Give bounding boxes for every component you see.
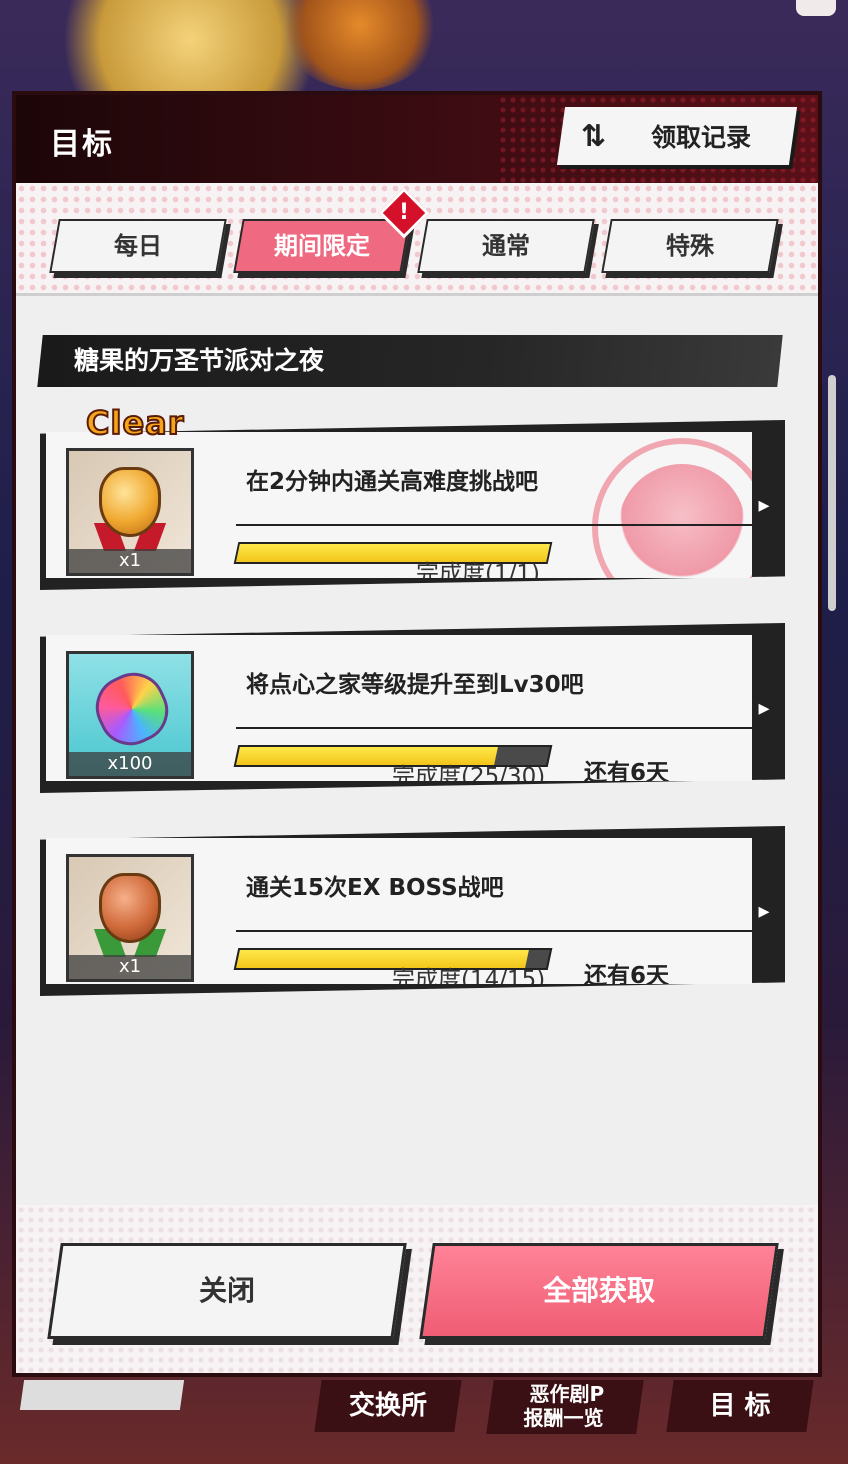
reward-item: x1 [66, 448, 194, 576]
tab-normal[interactable]: 通常 [417, 219, 595, 273]
reward-quantity: x1 [69, 549, 191, 573]
rainbow-gem-icon [85, 662, 179, 756]
reward-item: x1 [66, 854, 194, 982]
background-nav-exchange: 交换所 [314, 1380, 462, 1432]
time-remaining: 还有6天 [584, 760, 670, 781]
claim-history-label: 领取记录 [651, 123, 752, 152]
chevron-right-icon: ▸ [758, 898, 770, 924]
cleared-stamp-icon [592, 438, 752, 578]
background-corner-button [796, 0, 836, 16]
event-section-header: 糖果的万圣节派对之夜 [37, 335, 783, 387]
prank-line2: 报酬一览 [523, 1406, 604, 1430]
goals-dialog: 目标 ⇅ 领取记录 每日 期间限定 ! 通常 特殊 糖果的万圣节派对之夜 x1 … [16, 95, 836, 1373]
prank-line1: 恶作剧P [529, 1382, 605, 1406]
background-nav-prank-rewards: 恶作剧P 报酬一览 [486, 1380, 644, 1434]
mission-description: 将点心之家等级提升至到Lv30吧 [246, 672, 584, 698]
mission-card[interactable]: x1 在2分钟内通关高难度挑战吧 完成度(1/1) ▸ Clear [40, 403, 785, 590]
progress-label: 完成度(25/30) [392, 764, 546, 781]
reward-quantity: x1 [69, 955, 191, 979]
time-remaining: 还有6天 [584, 963, 670, 984]
dialog-title: 目标 [50, 127, 114, 162]
chevron-right-icon: ▸ [758, 695, 770, 721]
tab-divider [16, 293, 818, 296]
mission-description: 通关15次EX BOSS战吧 [246, 875, 504, 901]
tab-daily[interactable]: 每日 [49, 219, 227, 273]
bronze-medal-icon [99, 873, 161, 943]
background-left-button [19, 1380, 185, 1410]
tab-limited-time[interactable]: 期间限定 [233, 219, 411, 273]
progress-label: 完成度(1/1) [416, 561, 540, 578]
scrollbar[interactable] [828, 375, 836, 611]
swap-arrows-icon: ⇅ [581, 118, 607, 154]
claim-all-button[interactable]: 全部获取 [419, 1243, 779, 1339]
close-button[interactable]: 关闭 [47, 1243, 407, 1339]
mission-card[interactable]: x100 将点心之家等级提升至到Lv30吧 完成度(25/30) 还有6天 ▸ [40, 623, 785, 793]
gold-medal-icon [99, 467, 161, 537]
reward-quantity: x100 [69, 752, 191, 776]
mission-description: 在2分钟内通关高难度挑战吧 [246, 469, 539, 495]
progress-label: 完成度(14/15) [392, 967, 546, 984]
claim-history-button[interactable]: ⇅ 领取记录 [556, 107, 798, 165]
tab-special[interactable]: 特殊 [601, 219, 779, 273]
clear-badge: Clear [85, 403, 185, 443]
background-nav-goal: 目 标 [666, 1380, 814, 1432]
chevron-right-icon: ▸ [758, 492, 770, 518]
reward-item: x100 [66, 651, 194, 779]
mission-card[interactable]: x1 通关15次EX BOSS战吧 完成度(14/15) 还有6天 ▸ [40, 826, 785, 996]
